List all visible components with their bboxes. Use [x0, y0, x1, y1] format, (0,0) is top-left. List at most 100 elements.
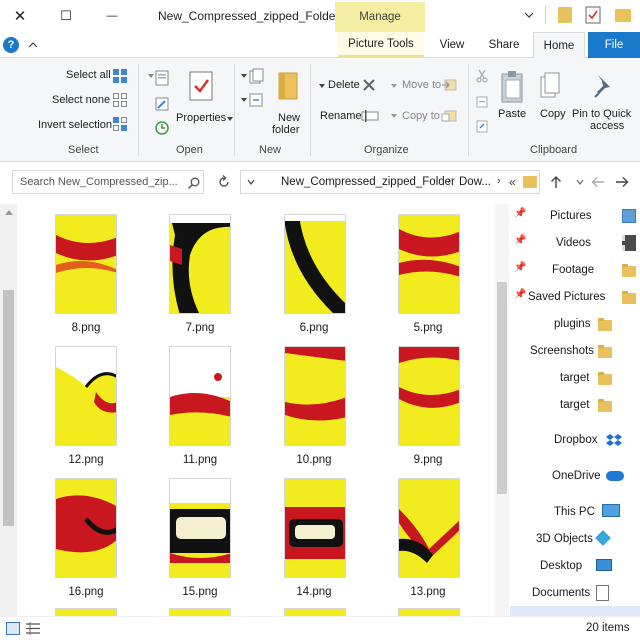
nav-item-pictures[interactable]: 📌 Pictures — [510, 204, 640, 230]
select-none-button[interactable]: Select none — [52, 94, 110, 106]
invert-selection-button[interactable]: Invert selection — [38, 119, 112, 131]
nav-item-saved-pictures[interactable]: 📌 Saved Pictures — [510, 285, 640, 311]
nav-item-this-pc[interactable]: This PC — [510, 500, 640, 526]
new-item-dropdown-icon[interactable] — [240, 72, 248, 80]
nav-item-onedrive[interactable]: OneDrive — [510, 464, 640, 490]
properties-dropdown-icon[interactable] — [226, 115, 234, 123]
file-name[interactable]: 15.png — [160, 586, 240, 598]
file-name[interactable]: 16.png — [46, 586, 126, 598]
nav-item-plugins[interactable]: plugins — [510, 312, 640, 338]
file-thumbnail[interactable] — [284, 346, 346, 446]
move-to-icon[interactable] — [440, 76, 458, 94]
file-name[interactable]: 11.png — [160, 454, 240, 466]
nav-item-3d-objects[interactable]: 3D Objects — [510, 527, 640, 553]
help-icon[interactable]: ? — [3, 37, 19, 53]
file-name[interactable]: 6.png — [274, 322, 354, 334]
file-thumbnail[interactable] — [398, 214, 460, 314]
scroll-up-icon[interactable] — [3, 206, 14, 217]
file-thumbnail[interactable] — [55, 478, 117, 578]
search-input[interactable]: Search New_Compressed_zip... — [12, 170, 204, 194]
file-name[interactable]: 14.png — [274, 586, 354, 598]
file-thumbnail[interactable] — [55, 346, 117, 446]
recent-locations-icon[interactable] — [572, 174, 588, 190]
delete-icon[interactable] — [360, 76, 378, 94]
pin-quick-access-line1[interactable]: Pin to Quick — [572, 108, 631, 120]
copy-to-button[interactable]: Copy to — [402, 110, 440, 122]
tab-file[interactable]: File — [588, 32, 640, 58]
paste-button[interactable]: Paste — [498, 108, 526, 120]
new-item-icon[interactable] — [248, 68, 264, 84]
easy-access-dropdown-icon[interactable] — [240, 96, 248, 104]
invert-selection-icon[interactable] — [112, 116, 128, 132]
nav-item-target[interactable]: target — [510, 366, 640, 392]
copy-path-icon[interactable] — [474, 94, 490, 110]
file-thumbnail[interactable] — [55, 214, 117, 314]
select-all-icon[interactable] — [112, 68, 128, 84]
rename-icon[interactable] — [360, 108, 380, 124]
select-none-icon[interactable] — [112, 92, 128, 108]
forward-arrow-icon[interactable] — [588, 172, 608, 192]
tab-share[interactable]: Share — [480, 32, 528, 58]
file-thumbnail[interactable] — [55, 608, 117, 616]
minimize-button[interactable]: — — [92, 0, 132, 32]
file-thumbnail[interactable] — [169, 608, 231, 616]
properties-icon[interactable] — [186, 68, 216, 104]
file-name[interactable]: 7.png — [160, 322, 240, 334]
file-name[interactable]: 9.png — [388, 454, 468, 466]
nav-item-footage[interactable]: 📌 Footage — [510, 258, 640, 284]
file-thumbnail[interactable] — [169, 346, 231, 446]
delete-button[interactable]: Delete — [328, 79, 360, 91]
copy-to-dropdown-icon[interactable] — [390, 112, 398, 120]
pin-quick-access-line2[interactable]: access — [590, 120, 624, 132]
file-thumbnail[interactable] — [284, 214, 346, 314]
easy-access-icon[interactable] — [248, 92, 264, 108]
file-thumbnail[interactable] — [169, 478, 231, 578]
history-icon[interactable] — [152, 118, 172, 138]
file-thumbnail[interactable] — [398, 478, 460, 578]
select-all-button[interactable]: Select all — [66, 69, 111, 81]
file-name[interactable]: 13.png — [388, 586, 468, 598]
qat-dropdown-icon[interactable] — [522, 8, 536, 22]
breadcrumb-current[interactable]: New_Compressed_zipped_Folder — [281, 176, 455, 188]
breadcrumb-overflow[interactable]: « — [509, 175, 516, 189]
nav-item-documents[interactable]: Documents — [510, 581, 640, 607]
back-arrow-icon[interactable] — [612, 172, 632, 192]
paste-icon[interactable] — [498, 68, 526, 106]
properties-qat-icon[interactable] — [583, 5, 603, 25]
open-icon[interactable] — [152, 68, 172, 88]
new-folder-button-line2[interactable]: folder — [272, 124, 300, 136]
rename-button[interactable]: Rename — [320, 110, 362, 122]
collapse-ribbon-icon[interactable] — [26, 38, 40, 52]
file-thumbnail[interactable] — [169, 214, 231, 314]
file-name[interactable]: 12.png — [46, 454, 126, 466]
copy-icon[interactable] — [538, 70, 562, 102]
up-arrow-icon[interactable] — [546, 172, 566, 192]
nav-scrollbar-thumb[interactable] — [497, 282, 507, 494]
file-name[interactable]: 5.png — [388, 322, 468, 334]
pin-icon[interactable] — [590, 70, 618, 102]
cut-icon[interactable] — [474, 68, 490, 84]
manage-contextual-tab[interactable]: Manage — [335, 2, 425, 32]
copy-button[interactable]: Copy — [540, 108, 566, 120]
nav-item-videos[interactable]: 📌 Videos — [510, 231, 640, 257]
refresh-icon[interactable] — [214, 172, 234, 192]
breadcrumb-parent[interactable]: Dow... — [459, 176, 491, 188]
file-name[interactable]: 8.png — [46, 322, 126, 334]
scrollbar-thumb[interactable] — [3, 290, 14, 526]
nav-item-screenshots[interactable]: Screenshots — [510, 339, 640, 365]
move-to-dropdown-icon[interactable] — [390, 82, 398, 90]
address-history-dropdown-icon[interactable] — [246, 177, 256, 187]
move-to-button[interactable]: Move to — [402, 79, 441, 91]
nav-item-dropbox[interactable]: Dropbox — [510, 428, 640, 454]
nav-item-target[interactable]: target — [510, 393, 640, 419]
file-thumbnail[interactable] — [398, 608, 460, 616]
large-icons-view-icon[interactable] — [6, 622, 20, 635]
properties-button[interactable]: Properties — [176, 112, 226, 124]
close-button[interactable]: ✕ — [0, 0, 40, 32]
delete-dropdown-icon[interactable] — [318, 82, 326, 90]
edit-icon[interactable] — [152, 94, 172, 114]
address-bar[interactable]: New_Compressed_zipped_Folder › Dow... › … — [240, 170, 540, 194]
maximize-button[interactable]: ☐ — [46, 0, 86, 32]
tab-picture-tools[interactable]: Picture Tools — [338, 32, 424, 58]
new-folder-icon[interactable] — [276, 68, 300, 102]
